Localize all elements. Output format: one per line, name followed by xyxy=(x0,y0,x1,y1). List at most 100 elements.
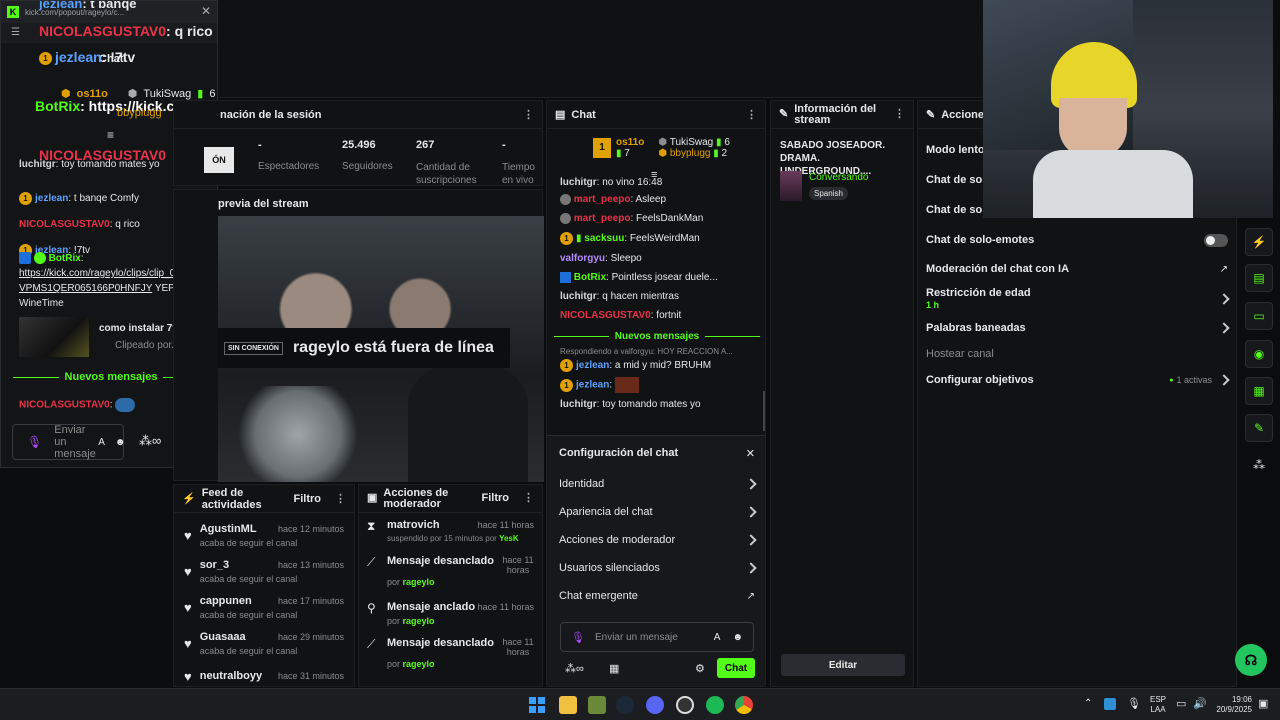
scrollbar[interactable] xyxy=(763,391,765,431)
list-item: luchitgr: toy tomando mates yo xyxy=(560,399,701,411)
chevron-up-icon[interactable]: ⌃ xyxy=(1084,698,1092,709)
setting-muted-users[interactable]: Usuarios silenciados xyxy=(559,554,757,582)
list-item: 1 jezlean: xyxy=(560,374,760,396)
kick-logo-icon: K xyxy=(7,6,19,18)
heart-icon: ♥ xyxy=(184,599,192,615)
new-messages-divider[interactable]: Nuevos mensajes xyxy=(554,331,760,342)
action-host-channel: Hostear canal xyxy=(926,348,994,360)
clock[interactable]: 19:06 20/9/2025 xyxy=(1212,695,1252,715)
session-tab[interactable]: ÓN xyxy=(204,147,234,173)
action-emotes-only[interactable]: Chat de solo-emotes xyxy=(926,225,1228,255)
broadcast-icon[interactable]: ◉ xyxy=(1245,340,1273,368)
activity-feed-panel: ⚡ Feed de actividades Filtro ⋮ ♥ AgustinML ha… xyxy=(173,484,355,687)
microphone-icon[interactable]: 🎙 xyxy=(27,435,42,449)
more-options-icon[interactable]: ⋮ xyxy=(523,493,534,504)
chevron-right-icon xyxy=(1218,374,1230,386)
more-options-icon[interactable]: ⋮ xyxy=(335,492,346,505)
list-item: ⟋ Mensaje desanclado hace 11 horas por rage… xyxy=(367,637,534,669)
shield-icon: ▣ xyxy=(367,492,378,504)
emoji-icon[interactable]: ☻ xyxy=(115,437,126,448)
list-item: BotRix: Pointless josear duele... xyxy=(560,268,760,287)
store-icon[interactable]: ▦ xyxy=(609,662,619,675)
setting-popout-chat[interactable]: Chat emergente ↗ xyxy=(559,582,755,610)
more-options-icon[interactable]: ⋮ xyxy=(746,108,757,121)
emote-menu-icon[interactable]: ⁂∞ xyxy=(139,433,161,449)
chat-gifters: 1 os11o ▮ 7 ⬢ TukiSwag ▮ 6 ⬢ bbyplugg ▮ 2 xyxy=(593,137,730,159)
gear-icon[interactable]: ⚙ xyxy=(695,662,705,675)
translate-icon[interactable]: A xyxy=(98,437,105,448)
crown-icon: ⬢ xyxy=(61,88,71,100)
chat-panel: ▤ Chat ⋮ 1 os11o ▮ 7 ⬢ TukiSwag ▮ 6 ⬢ bbypl… xyxy=(546,100,766,687)
microphone-icon[interactable]: 🎙 xyxy=(571,631,585,644)
steam-icon[interactable] xyxy=(616,696,634,714)
stat-followers: 25.496 Seguidores xyxy=(342,139,393,172)
gift-count-icon: ▮ xyxy=(197,88,204,100)
external-link-icon: ↗ xyxy=(1219,263,1228,275)
document-icon[interactable]: ▤ xyxy=(1245,264,1273,292)
list-item: NICOLASGUSTAV0: fortnit xyxy=(560,310,682,322)
offline-text: rageylo está fuera de línea xyxy=(292,339,494,356)
chevron-down-icon[interactable]: ≡ xyxy=(107,128,114,142)
filter-button[interactable]: Filtro xyxy=(294,493,322,505)
setting-mod-actions[interactable]: Acciones de moderador xyxy=(559,526,757,554)
defender-icon[interactable] xyxy=(1104,698,1116,710)
unpin-icon: ⟋ xyxy=(367,637,376,651)
more-options-icon[interactable]: ⋮ xyxy=(894,109,905,120)
shirt xyxy=(1033,150,1193,218)
list-item: ♥ cappunen hace 17 minutos acaba de seguir … xyxy=(184,594,344,620)
list-item: valforgyu: Sleepo xyxy=(560,253,642,265)
obs-icon[interactable] xyxy=(676,696,694,714)
chrome-icon[interactable] xyxy=(735,696,753,714)
close-icon[interactable]: ✕ xyxy=(201,4,211,18)
windows-start-icon[interactable] xyxy=(529,697,545,713)
heart-icon: ♥ xyxy=(184,563,192,579)
stat-viewers: - Espectadores xyxy=(258,139,320,172)
popout-chat-input[interactable]: 🎙 Enviar un mensaje A ☻ xyxy=(12,424,126,460)
wrench-icon[interactable]: ✎ xyxy=(1245,414,1273,442)
chat-bubble-icon[interactable]: ▭ xyxy=(1245,302,1273,330)
spotify-icon[interactable] xyxy=(706,696,724,714)
sub-badge-icon: 1 xyxy=(39,51,52,65)
action-age-restriction[interactable]: Restricción de edad 1 h xyxy=(926,283,1230,315)
category-thumbnail xyxy=(780,171,802,201)
setting-appearance[interactable]: Apariencia del chat xyxy=(559,498,757,526)
emoji-icon[interactable]: ☻ xyxy=(732,632,743,643)
setting-identity[interactable]: Identidad xyxy=(559,470,757,498)
minecraft-icon[interactable] xyxy=(588,696,606,714)
action-ai-moderation[interactable]: Moderación del chat con IA ↗ xyxy=(926,255,1228,283)
translate-icon[interactable]: A xyxy=(714,632,721,643)
layout-icon[interactable]: ▦ xyxy=(1245,377,1273,405)
emote-menu-icon[interactable]: ⁂ xyxy=(1253,458,1265,472)
settings-icon[interactable]: ☰ xyxy=(11,27,20,38)
edit-button[interactable]: Editar xyxy=(781,654,905,676)
emote-menu-icon[interactable]: ⁂∞ xyxy=(565,662,584,675)
overlay-line-1: NICOLASGUSTAV0: q rico xyxy=(39,23,213,39)
discord-icon[interactable] xyxy=(646,696,664,714)
support-icon[interactable]: ☊ xyxy=(1235,644,1267,676)
filter-button[interactable]: Filtro xyxy=(482,493,510,504)
emotes-only-toggle[interactable] xyxy=(1204,233,1228,247)
chevron-right-icon xyxy=(1218,322,1230,334)
network-icon[interactable]: ▭ xyxy=(1176,697,1186,710)
language-indicator[interactable]: ESP LAA xyxy=(1150,695,1166,715)
close-icon[interactable]: ✕ xyxy=(746,447,755,460)
heart-icon: ♥ xyxy=(184,668,192,684)
microphone-icon[interactable]: 🎙 xyxy=(1127,697,1141,710)
bolt-icon[interactable]: ⚡ xyxy=(1245,228,1273,256)
more-options-icon[interactable]: ⋮ xyxy=(523,108,534,121)
chat-input[interactable]: 🎙 Enviar un mensaje A ☻ xyxy=(560,622,754,652)
action-banned-words[interactable]: Palabras baneadas xyxy=(926,315,1230,341)
webcam-overlay xyxy=(983,0,1273,218)
send-chat-button[interactable]: Chat xyxy=(717,658,755,678)
notification-icon[interactable]: ▣ xyxy=(1258,697,1268,710)
file-explorer-icon[interactable] xyxy=(559,696,577,714)
list-item: ⟋ Mensaje desanclado hace 11 horas por rage… xyxy=(367,555,534,587)
action-goals[interactable]: Configurar objetivos ● 1 activas xyxy=(926,367,1230,393)
volume-icon[interactable]: 🔊 xyxy=(1193,697,1207,710)
chevron-right-icon xyxy=(745,562,757,574)
category-name[interactable]: Conversando xyxy=(809,172,868,183)
avatar xyxy=(560,213,571,225)
stat-live-time: - Tiempo en vivo xyxy=(502,139,535,186)
chat-message-list: luchitgr: no vino 16:48 mart_peepo: Asle… xyxy=(554,175,760,413)
popout-gifter-3: bbyplugg xyxy=(117,107,162,119)
